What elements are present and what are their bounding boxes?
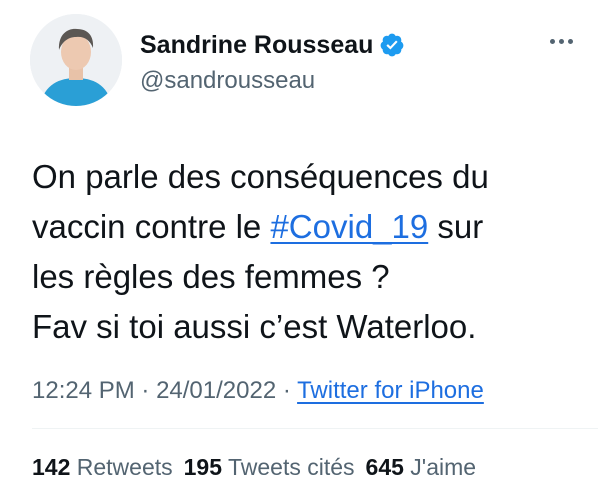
tweet-time[interactable]: 12:24 PM [32,377,135,404]
quotes-stat[interactable]: 195 Tweets cités [184,454,355,480]
retweets-stat[interactable]: 142 Retweets [32,454,173,480]
tweet-source-link[interactable]: Twitter for iPhone [297,377,484,404]
quotes-label: Tweets cités [222,454,355,480]
tweet-metadata: 12:24 PM · 24/01/2022 · Twitter for iPho… [32,376,484,406]
retweets-label: Retweets [70,454,173,480]
tweet-card: Sandrine Rousseau @sandrousseau On parle… [0,0,598,487]
author-handle[interactable]: @sandrousseau [140,67,315,95]
author-name-row[interactable]: Sandrine Rousseau [140,30,405,60]
tweet-text: On parle des conséquences du vaccin cont… [32,152,572,352]
tweet-line-3: les règles des femmes ? [32,258,390,295]
avatar[interactable] [30,14,122,106]
tweet-line-1: On parle des conséquences du [32,158,489,195]
tweet-line-4: Fav si toi aussi c’est Waterloo. [32,308,477,345]
likes-stat[interactable]: 645 J'aime [366,454,477,480]
quotes-count: 195 [183,454,223,480]
tweet-date[interactable]: 24/01/2022 [156,377,276,404]
tweet-line-2-tail: sur [428,208,484,245]
retweets-count: 142 [32,454,71,480]
tweet-line-2-text: vaccin contre le [32,208,271,245]
divider [32,428,598,429]
tweet-line-2: vaccin contre le #Covid_19 sur [32,202,572,252]
verified-badge-icon [381,33,404,57]
likes-count: 645 [365,454,404,480]
profile-photo-icon [30,14,122,106]
meta-separator: · [134,377,157,404]
tweet-stats: 142 Retweets 195 Tweets cités 645 J'aime [32,453,487,481]
display-name[interactable]: Sandrine Rousseau [140,30,373,60]
hashtag-link[interactable]: #Covid_19 [270,208,428,245]
likes-label: J'aime [403,454,477,480]
meta-separator: · [276,377,298,404]
more-options-icon[interactable] [543,26,579,56]
